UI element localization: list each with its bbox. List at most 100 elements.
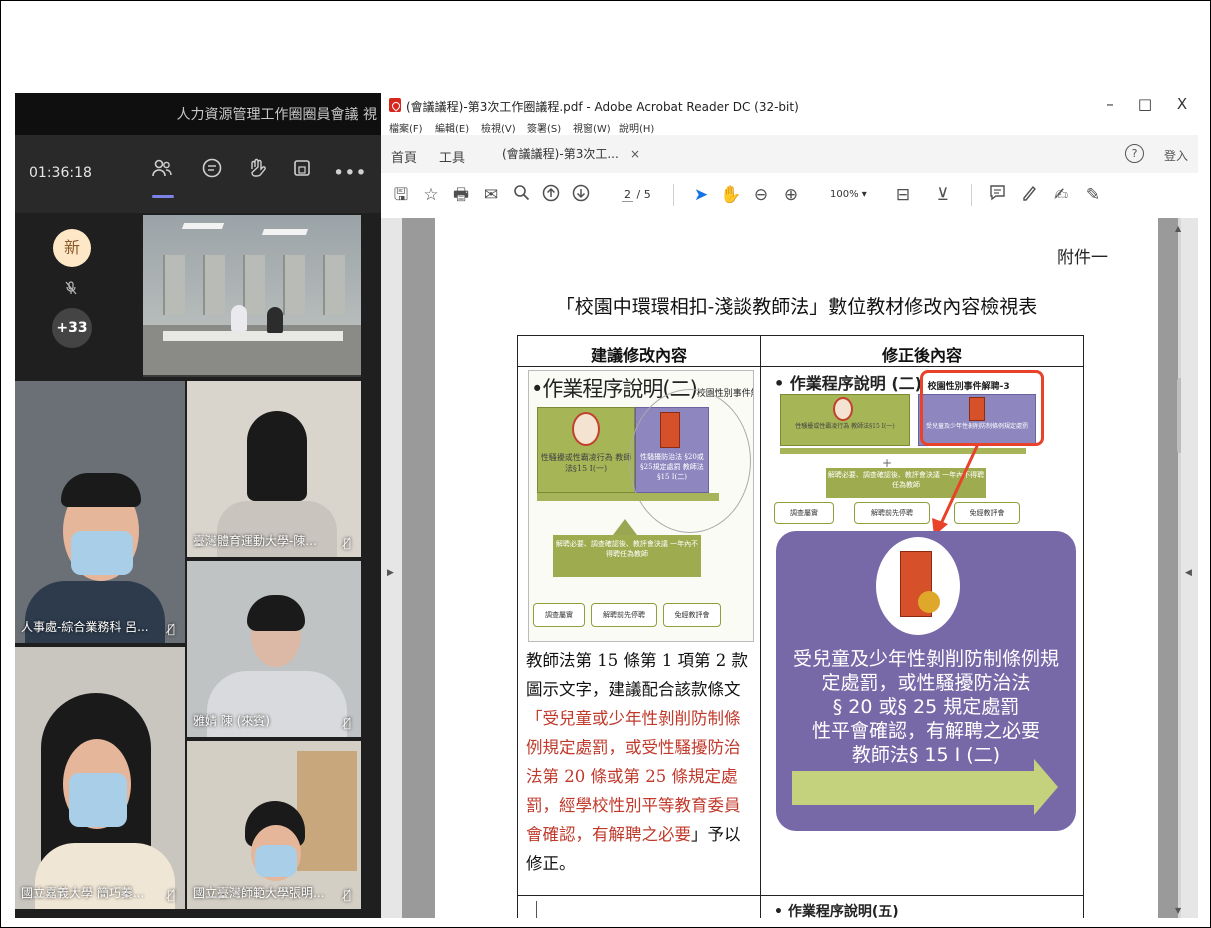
enlarged-box-text: 受兒童及少年性剝削防制條例規 定處罰，或性騷擾防治法 § 20 或§ 25 規定… [776,647,1076,767]
menu-sign[interactable]: 簽署(S) [527,120,561,135]
wall-panel [243,255,265,315]
meeting-table [163,331,343,341]
note-text: 教師法第 15 條第 1 項第 2 款圖示文字，建議配合該款條文 [526,651,748,699]
select-cursor-icon[interactable]: ➤ [689,184,713,206]
people-icon[interactable] [146,157,178,189]
meeting-title: 人力資源管理工作圈圈員會議 視 [176,107,377,123]
page-title: 「校園中環環相扣-淺談教師法」數位教材修改內容檢視表 [555,296,1038,318]
menu-file[interactable]: 檔案(F) [389,120,423,135]
save-icon[interactable]: 🖫 [389,184,413,206]
wall-panel [323,255,345,315]
acrobat-reader-window: (會議議程)-第3次工作圈議程.pdf - Adobe Acrobat Read… [381,93,1198,918]
menu-edit[interactable]: 編輯(E) [435,120,469,135]
tab-home[interactable]: 首頁 [391,147,417,166]
maximize-button[interactable]: □ [1136,95,1154,113]
previous-page-icon[interactable] [539,184,563,206]
arrow-head [1034,759,1058,815]
background-object [297,751,357,871]
left-pane-toggle[interactable]: ▶ [381,218,402,918]
expand-left-pane-icon[interactable]: ▶ [387,568,394,578]
video-tile-participant[interactable]: 國立嘉義大學 簡巧蓁... 🎙̸ [15,647,185,909]
tab-tools[interactable]: 工具 [439,147,465,166]
wall-panel [283,255,305,315]
mic-muted-icon: 🎙̸ [167,888,175,902]
menu-window[interactable]: 視窗(W) [573,120,611,135]
share-tray-icon[interactable] [286,157,318,189]
face-mask [255,845,297,877]
participant-name: 國立嘉義大學 簡巧蓁... [21,886,145,900]
menu-view[interactable]: 檢視(V) [481,120,516,135]
money-bag-icon [918,591,940,613]
revision-note: 教師法第 15 條第 1 項第 2 款圖示文字，建議配合該款條文「受兒童或少年性… [526,646,754,878]
menu-help[interactable]: 說明(H) [619,120,654,135]
document-viewer[interactable]: ▶ 附件一 「校園中環環相扣-淺談教師法」數位教材修改內容檢視表 建議修改內容 … [381,218,1198,918]
sign-in-button[interactable]: 登入 [1164,147,1188,164]
sign-icon[interactable]: ✍ [1049,184,1073,206]
current-page-field[interactable]: 2 [622,188,633,202]
print-icon[interactable]: 🖶 [449,184,473,206]
fill-sign-icon[interactable]: ✎ [1081,184,1105,206]
teams-meeting-window: 人力資源管理工作圈圈員會議 視 01:36:18 ••• 新 +33 人事處-綜… [15,93,381,918]
window-title: (會議議程)-第3次工作圈議程.pdf - Adobe Acrobat Read… [406,100,799,114]
zoom-out-icon[interactable]: ⊖ [749,184,773,206]
comment-icon[interactable] [985,184,1009,206]
video-tile-participant[interactable]: 雅婧 陳 (來賓) 🎙̸ [187,561,361,737]
meeting-timer: 01:36:18 [29,165,92,181]
person-in-room [231,305,247,331]
toolbar-separator [971,184,972,206]
mic-muted-icon [65,281,77,299]
note-quoted-text: 「受兒童或少年性剝削防制條例規定處罰，或受性騷擾防治法第 20 條或第 25 條… [526,709,741,844]
person-in-room [267,307,283,333]
search-icon[interactable] [509,184,533,206]
next-page-icon[interactable] [569,184,593,206]
comparison-table: 建議修改內容 修正後內容 •作業程序說明(二)校園性別事件解聘-3 性騷擾或性霸… [517,335,1084,918]
email-icon[interactable]: ✉ [479,184,503,206]
participant-name: 國立臺灣師範大學張明... [193,886,325,900]
more-icon[interactable]: ••• [333,157,367,189]
participant-name: 人事處-綜合業務科 呂... [21,620,149,634]
more-participants-count[interactable]: +33 [52,308,92,348]
toolbar-separator [673,184,674,206]
right-pane-toggle[interactable]: ◀ [1181,218,1198,918]
video-tile-participant[interactable]: 臺灣體育運動大學-陳... 🎙̸ [187,381,361,557]
acrobat-title-bar: (會議議程)-第3次工作圈議程.pdf - Adobe Acrobat Read… [381,93,1198,117]
video-tile-room[interactable] [143,215,361,377]
tab-bar: 首頁 工具 (會議議程)-第3次工... × ? 登入 [381,135,1198,174]
participant-hair [247,411,307,501]
chat-icon[interactable] [196,157,228,189]
next-slide-bullet: • 作業程序說明(五) [774,904,899,918]
close-button[interactable]: X [1173,95,1191,113]
hand-tool-icon[interactable]: ✋ [719,184,743,206]
zoom-level-dropdown[interactable]: 100% ▾ [830,189,867,200]
meeting-toolbar: 01:36:18 ••• [15,135,381,213]
minimize-button[interactable]: – [1101,95,1119,113]
zoom-in-icon[interactable]: ⊕ [779,184,803,206]
page-total: / 5 [636,188,651,201]
menu-bar: 檔案(F) 編輯(E) 檢視(V) 簽署(S) 視窗(W) 說明(H) [381,117,1198,135]
mic-muted-icon: 🎙̸ [343,536,351,550]
participant-hair [247,595,305,631]
help-icon[interactable]: ? [1125,144,1144,163]
text-line: 受兒童及少年性剝削防制條例規 [792,648,1059,670]
raise-hand-icon[interactable] [241,157,273,189]
desktop-screen: 人力資源管理工作圈圈員會議 視 01:36:18 ••• 新 +33 人事處-綜… [15,93,1198,918]
page-indicator[interactable]: 2 / 5 [622,188,651,202]
text-line: 性平會確認，有解聘之必要 [811,720,1040,742]
bookmark-star-icon[interactable]: ☆ [419,184,443,206]
participant-roster: 新 +33 [15,213,140,381]
video-tile-participant[interactable]: 人事處-綜合業務科 呂... 🎙̸ [15,381,185,643]
tab-close-button[interactable]: × [630,147,640,161]
video-tile-participant[interactable]: 國立臺灣師範大學張明... 🎙̸ [187,741,361,909]
mic-muted-icon: 🎙̸ [343,888,351,902]
highlight-pen-icon[interactable] [1017,184,1041,206]
participant-name: 雅婧 陳 (來賓) [193,714,270,728]
scroll-mode-icon[interactable]: ⊻ [931,184,955,206]
expand-right-pane-icon[interactable]: ◀ [1185,568,1192,578]
wall-panel [163,255,185,315]
tab-document[interactable]: (會議議程)-第3次工... [502,145,619,169]
fit-page-icon[interactable]: ⊟ [891,184,915,206]
acrobat-toolbar: 🖫 ☆ 🖶 ✉ 2 / 5 ➤ ✋ ⊖ ⊕ 100% ▾ ⊟ ⊻ ✍ ✎ [381,173,1198,219]
new-participant-avatar[interactable]: 新 [53,229,91,267]
zoom-level: 100% [830,189,859,200]
text-line: 教師法§ 15 I (二) [851,744,1001,766]
